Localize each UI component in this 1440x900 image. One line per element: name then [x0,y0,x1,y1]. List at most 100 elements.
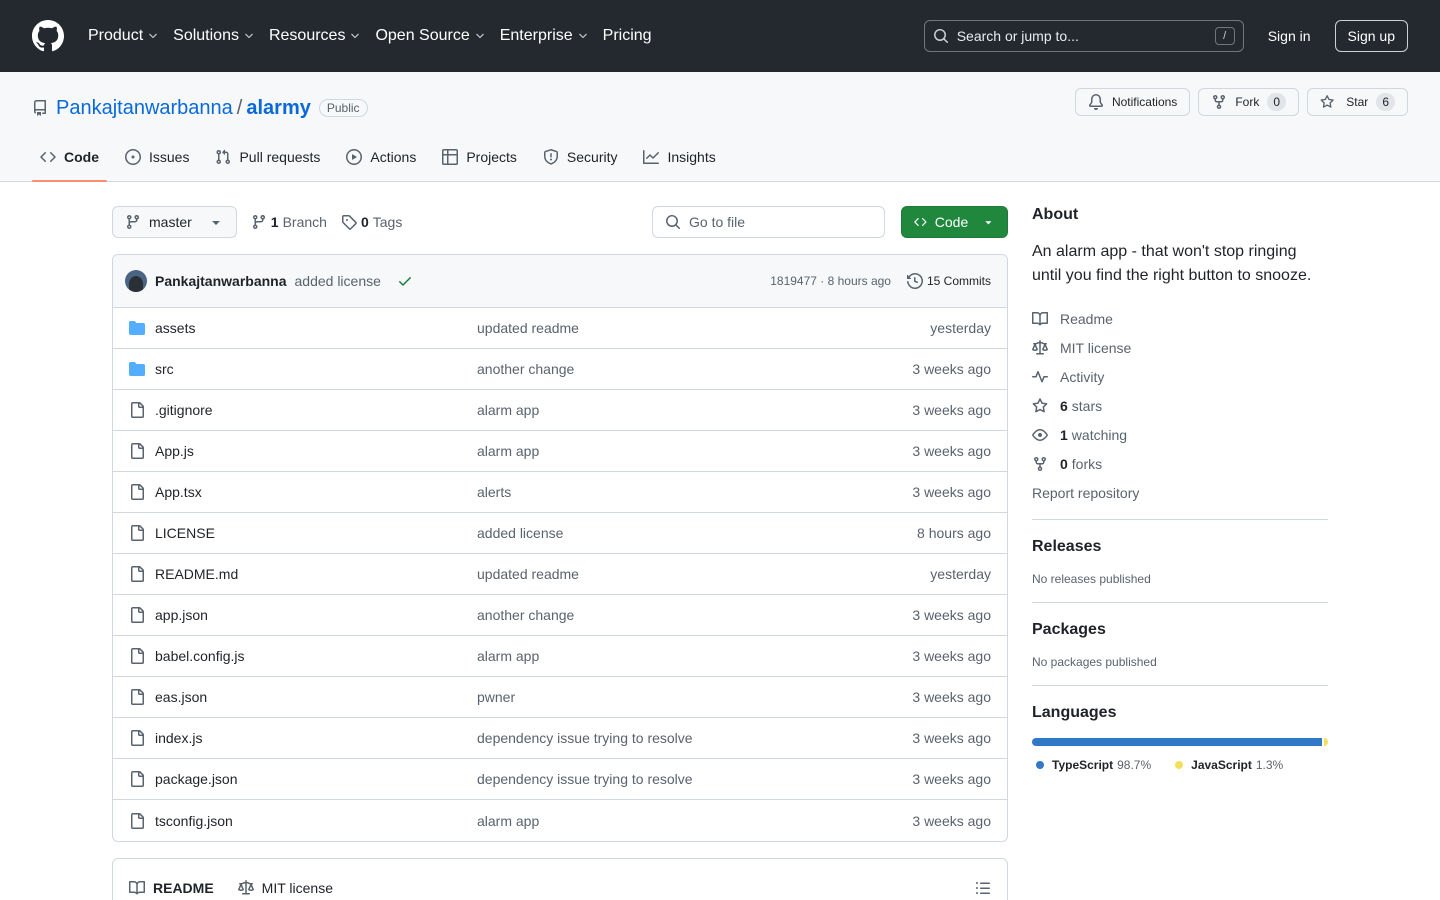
file-commit-message-link[interactable]: updated readme [477,320,579,336]
file-name-link[interactable]: .gitignore [155,402,477,418]
tag-label: Tags [372,214,403,230]
repo-toolbar: master 1 Branch 0 Tags Go to file Code [112,206,1008,238]
forks-link[interactable]: 0 forks [1032,449,1328,478]
releases-empty: No releases published [1032,572,1151,586]
file-name-link[interactable]: index.js [155,730,477,746]
file-commit-message-link[interactable]: dependency issue trying to resolve [477,730,693,746]
stars-link[interactable]: 6 stars [1032,391,1328,420]
tab-issues[interactable]: Issues [117,133,197,181]
table-row: src another change 3 weeks ago [113,349,1007,390]
nav-open-source[interactable]: Open Source [375,27,485,45]
nav-resources[interactable]: Resources [269,27,361,45]
star-button[interactable]: Star 6 [1307,88,1408,116]
tab-security[interactable]: Security [535,133,626,181]
file-commit-message-link[interactable]: alerts [477,484,511,500]
file-commit-message-link[interactable]: alarm app [477,648,539,664]
global-search-input[interactable]: Search or jump to... / [923,20,1244,52]
license-tab[interactable]: MIT license [237,880,333,896]
file-commit-message-link[interactable]: dependency issue trying to resolve [477,771,693,787]
file-name-link[interactable]: eas.json [155,689,477,705]
avatar-silhouette [129,276,143,292]
file-commit-message-link[interactable]: pwner [477,689,515,705]
releases-heading[interactable]: Releases [1032,538,1328,556]
repo-icon [34,100,46,116]
list-unordered-icon[interactable] [975,880,991,896]
commit-author-link[interactable]: Pankajtanwarbanna [155,273,287,289]
tab-pull-requests[interactable]: Pull requests [207,133,328,181]
file-type-icon [129,320,145,336]
license-link[interactable]: MIT license [1032,333,1328,362]
file-name-link[interactable]: assets [155,320,477,336]
tab-actions[interactable]: Actions [338,133,424,181]
nav-pricing[interactable]: Pricing [603,27,652,45]
tags-link[interactable]: 0 Tags [341,214,402,230]
file-name-link[interactable]: package.json [155,771,477,787]
shield-icon [543,149,558,165]
file-name-link[interactable]: README.md [155,566,477,582]
file-type-icon [129,771,145,787]
language-item[interactable]: TypeScript 98.7% [1032,758,1151,772]
forks-label: forks [1071,455,1103,472]
file-name-link[interactable]: app.json [155,607,477,623]
file-name-link[interactable]: tsconfig.json [155,813,477,829]
chevron-down-icon [475,33,484,39]
commit-message-link[interactable]: added license [295,273,381,289]
global-nav: Product Solutions Resources Open Source … [88,27,666,45]
repo-header: Pankajtanwarbanna / alarmy Public Notifi… [0,72,1440,182]
activity-link[interactable]: Activity [1032,362,1328,391]
notifications-button[interactable]: Notifications [1074,88,1191,116]
file-commit-message-link[interactable]: alarm app [477,813,539,829]
file-commit-message-link[interactable]: alarm app [477,402,539,418]
branches-link[interactable]: 1 Branch [251,214,327,230]
nav-solutions[interactable]: Solutions [173,27,255,45]
file-commit-message-link[interactable]: updated readme [477,566,579,582]
file-commit-message-link[interactable]: added license [477,525,563,541]
history-icon [906,273,923,289]
report-repository-link[interactable]: Report repository [1032,478,1328,507]
readme-tab[interactable]: README [129,880,214,896]
fork-button[interactable]: Fork 0 [1198,88,1299,116]
avatar[interactable] [125,270,147,292]
check-icon[interactable] [397,273,413,289]
watchers-link[interactable]: 1 watching [1032,420,1328,449]
repo-separator: / [236,96,243,119]
packages-heading[interactable]: Packages [1032,621,1328,639]
github-logo-icon[interactable] [32,20,64,52]
table-row: .gitignore alarm app 3 weeks ago [113,390,1007,431]
nav-enterprise[interactable]: Enterprise [500,27,589,45]
tab-projects[interactable]: Projects [434,133,525,181]
language-item[interactable]: JavaScript 1.3% [1171,758,1283,772]
file-commit-message-link[interactable]: alarm app [477,443,539,459]
file-commit-message-link[interactable]: another change [477,607,574,623]
table-row: README.md updated readme yesterday [113,554,1007,595]
file-icon [131,525,144,541]
commit-sha-time[interactable]: 1819477 · 8 hours ago [770,274,891,288]
file-name-link[interactable]: App.js [155,443,477,459]
latest-commit: Pankajtanwarbanna added license 1819477 … [113,255,1007,308]
commits-count: 15 Commits [926,274,991,288]
file-name-link[interactable]: App.tsx [155,484,477,500]
sign-up-button[interactable]: Sign up [1334,20,1408,52]
go-to-file-input[interactable]: Go to file [652,206,885,238]
repo-sidebar: About An alarm app - that won't stop rin… [1032,206,1328,772]
repo-owner-link[interactable]: Pankajtanwarbanna [56,97,233,120]
sign-in-link[interactable]: Sign in [1268,28,1311,44]
code-dropdown-button[interactable]: Code [901,206,1008,238]
file-commit-message-link[interactable]: another change [477,361,574,377]
repo-name-link[interactable]: alarmy [246,97,311,120]
file-name-link[interactable]: LICENSE [155,525,477,541]
commits-history-link[interactable]: 15 Commits [906,273,991,289]
file-name-link[interactable]: src [155,361,477,377]
tab-insights[interactable]: Insights [635,133,723,181]
table-row: LICENSE added license 8 hours ago [113,513,1007,554]
tab-code[interactable]: Code [32,133,107,182]
file-name-link[interactable]: babel.config.js [155,648,477,664]
readme-link[interactable]: Readme [1032,304,1328,333]
file-type-icon [129,525,145,541]
file-list: assets updated readme yesterday src another … [113,308,1007,841]
nav-product[interactable]: Product [88,27,159,45]
language-name: TypeScript [1052,758,1114,772]
file-icon [131,402,144,418]
branch-select-button[interactable]: master [112,206,237,238]
file-commit-time: 3 weeks ago [912,402,991,418]
